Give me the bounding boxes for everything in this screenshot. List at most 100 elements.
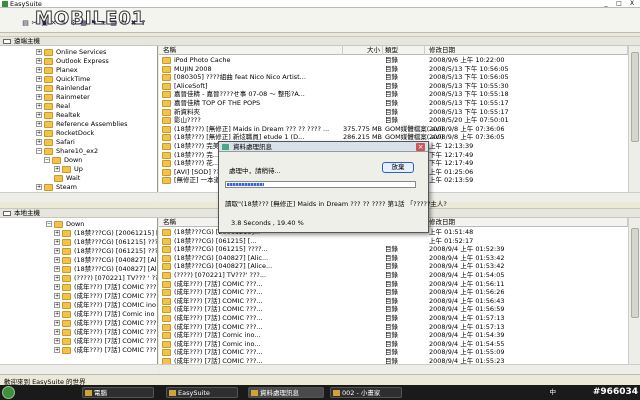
cancel-button[interactable]: 放棄 <box>382 162 414 173</box>
expand-toggle[interactable]: + <box>54 248 60 254</box>
expand-toggle[interactable]: + <box>36 184 42 190</box>
expand-toggle[interactable]: + <box>36 112 42 118</box>
remote-folder-tree[interactable]: + Online Services + Outlook Express + Planex +… <box>0 46 158 192</box>
expand-toggle[interactable]: − <box>44 157 50 163</box>
list-item[interactable]: iPod Photo Cache 目錄 2008/9/6 上午 10:22:00 <box>159 56 628 65</box>
task-computer[interactable]: 電腦 <box>82 387 154 398</box>
task-easysuite[interactable]: EasySuite <box>166 387 238 398</box>
list-item[interactable]: (成年???) [7話] COMIC ???... 目錄 2008/9/4 上午 0… <box>159 288 628 297</box>
tree-item[interactable]: + (成年???) [7話] COMIC ??? <box>54 346 156 355</box>
tree-item[interactable]: + Planex <box>36 66 78 75</box>
expand-toggle[interactable]: + <box>54 284 60 290</box>
expand-toggle[interactable]: + <box>36 76 42 82</box>
expand-toggle[interactable]: + <box>54 311 60 317</box>
expand-toggle[interactable]: + <box>54 166 60 172</box>
close-icon[interactable]: ✖ <box>129 19 138 28</box>
expand-toggle[interactable]: + <box>36 121 42 127</box>
tree-item[interactable]: + RocketDock <box>36 129 94 138</box>
tree-item[interactable]: + (????) [070221] TV??? ' ??? <box>54 274 157 283</box>
task-dialog[interactable]: 資料處理訊息 <box>248 387 324 398</box>
list-item[interactable]: 嘉晉佳精 TOP OF THE POPS 目錄 2008/5/13 下午 10:55… <box>159 99 628 108</box>
delete-icon[interactable]: ✕ <box>49 19 58 28</box>
tree-item[interactable]: + (成年???) [7話] COMIC ??? <box>54 337 156 346</box>
rename-icon[interactable]: ✎ <box>59 19 68 28</box>
remote-tree-hscroll[interactable] <box>0 192 158 202</box>
tree-item[interactable]: + Outlook Express <box>36 57 109 66</box>
local-tree-hscroll[interactable] <box>0 364 158 374</box>
local-file-list[interactable]: 名稱 大小 類型 修改日期 (18禁???CG) [20061215]...上午… <box>159 218 628 364</box>
expand-toggle[interactable]: + <box>36 58 42 64</box>
remote-scrollbar[interactable] <box>628 46 640 192</box>
expand-toggle[interactable]: + <box>54 347 60 353</box>
list-item[interactable]: MUJIN 2008 目錄 2008/5/13 下午 10:56:05 <box>159 65 628 74</box>
tree-item[interactable]: − Down <box>44 156 82 165</box>
list-item[interactable]: (成年???) [7話] COMIC ???... 目錄 2008/9/4 上午 0… <box>159 280 628 289</box>
tree-item[interactable]: + (成年???) [7話] COMIC ??? <box>54 283 156 292</box>
expand-toggle[interactable]: + <box>36 85 42 91</box>
start-button[interactable] <box>2 386 15 399</box>
expand-toggle[interactable]: + <box>54 302 60 308</box>
tree-item[interactable]: + (18禁???CG) [20061215] [ALIC <box>54 229 157 238</box>
tree-item[interactable]: + (成年???) [7話] COMIC ??? <box>54 319 156 328</box>
expand-toggle[interactable]: + <box>54 266 60 272</box>
task-paint[interactable]: 002 - 小畫家 <box>330 387 402 398</box>
tree-item[interactable]: + Reference Assemblies <box>36 120 127 129</box>
expand-toggle[interactable]: + <box>54 257 60 263</box>
col-size[interactable]: 大小 <box>343 46 383 55</box>
local-folder-tree[interactable]: − Down + (18禁???CG) [20061215] [ALIC + (18禁??… <box>0 218 158 364</box>
expand-toggle[interactable]: + <box>54 275 60 281</box>
expand-toggle[interactable]: + <box>54 320 60 326</box>
cut-icon[interactable]: ✂ <box>30 19 39 28</box>
list-item[interactable]: (成年???) [7話] COMIC ???... 目錄 2008/9/4 上午 0… <box>159 305 628 314</box>
expand-toggle[interactable]: + <box>36 130 42 136</box>
ime-indicator[interactable]: 中 <box>550 387 557 398</box>
list-item[interactable]: 影山???? 目錄 2008/5/20 上午 07:50:01 <box>159 116 628 125</box>
minimize-button[interactable]: _ <box>600 0 612 7</box>
list-item[interactable]: (18禁???CG) [061215] [... 上午 01:52:17 <box>159 237 628 246</box>
tree-item[interactable]: + (成年???) [7話] COMIC ??? <box>54 328 156 337</box>
tree-item[interactable]: + (成年???) [7話] Comic ino <box>54 310 154 319</box>
tree-item[interactable]: + (18禁???CG) [040827] [Alice <box>54 256 157 265</box>
expand-toggle[interactable]: + <box>36 67 42 73</box>
expand-toggle[interactable]: + <box>36 49 42 55</box>
settings-icon[interactable]: ⚙ <box>69 19 78 28</box>
grid-icon[interactable]: ▥ <box>109 19 118 28</box>
copy-icon[interactable]: ▤ <box>21 19 30 28</box>
tree-item[interactable]: Wait <box>54 174 80 183</box>
tree-item[interactable]: + Rainmeter <box>36 93 90 102</box>
tree-item[interactable]: + Realtek <box>36 111 80 120</box>
list-item[interactable]: (18禁???CG) [040827] [Alice... 目錄 2008/9/4 … <box>159 262 628 271</box>
expand-toggle[interactable]: + <box>54 293 60 299</box>
maximize-button[interactable]: □ <box>613 0 625 7</box>
tree-item[interactable]: + Online Services <box>36 48 106 57</box>
tree-item[interactable]: − Share10_ex2 <box>36 147 98 156</box>
dialog-close-button[interactable]: × <box>416 143 425 151</box>
list-item[interactable]: (18禁???CG) [061215] ????... 目錄 2008/9/4 上午… <box>159 245 628 254</box>
tree-item[interactable]: + Rainlendar <box>36 84 91 93</box>
expand-toggle[interactable]: + <box>54 338 60 344</box>
list-item[interactable]: [080305] ????組曲 feat Nico Nico Artist...… <box>159 73 628 82</box>
expand-toggle[interactable]: − <box>36 148 42 154</box>
tree-item[interactable]: + QuickTime <box>36 75 90 84</box>
expand-toggle[interactable]: + <box>36 139 42 145</box>
flag-icon[interactable]: ⚑ <box>89 19 98 28</box>
tree-item[interactable]: + (成年???) [7話] COMIC ino <box>54 301 156 310</box>
paste-icon[interactable]: ▣ <box>40 19 49 28</box>
col-type[interactable]: 類型 <box>383 46 425 55</box>
list-item[interactable]: (成年???) [7話] Comic ino... 目錄 2008/9/4 上午 0… <box>159 331 628 340</box>
tree-item[interactable]: + Safari <box>36 138 75 147</box>
list-icon[interactable]: ≡ <box>99 19 108 28</box>
help-icon[interactable]: ? <box>139 19 148 28</box>
tree-item[interactable]: + Steam <box>36 183 77 192</box>
scroll-thumb[interactable] <box>631 52 639 142</box>
tree-item[interactable]: + (18禁???CG) [040827] [Alice <box>54 265 157 274</box>
tree-item[interactable]: + (18禁???CG) [061215] ???? <box>54 238 157 247</box>
list-item[interactable]: (成年???) [7話] COMIC ???... 目錄 2008/9/4 上午 0… <box>159 323 628 332</box>
scroll-thumb[interactable] <box>631 228 639 318</box>
list-item[interactable]: (????) [070221] TV???' ???... 目錄 2008/9/4 … <box>159 271 628 280</box>
expand-toggle[interactable]: − <box>46 221 52 227</box>
expand-toggle[interactable]: + <box>54 239 60 245</box>
expand-toggle[interactable]: + <box>54 329 60 335</box>
props-icon[interactable]: ▦ <box>79 19 88 28</box>
list-item[interactable]: (成年???) [7話] COMIC ???... 目錄 2008/9/4 上午 0… <box>159 348 628 357</box>
